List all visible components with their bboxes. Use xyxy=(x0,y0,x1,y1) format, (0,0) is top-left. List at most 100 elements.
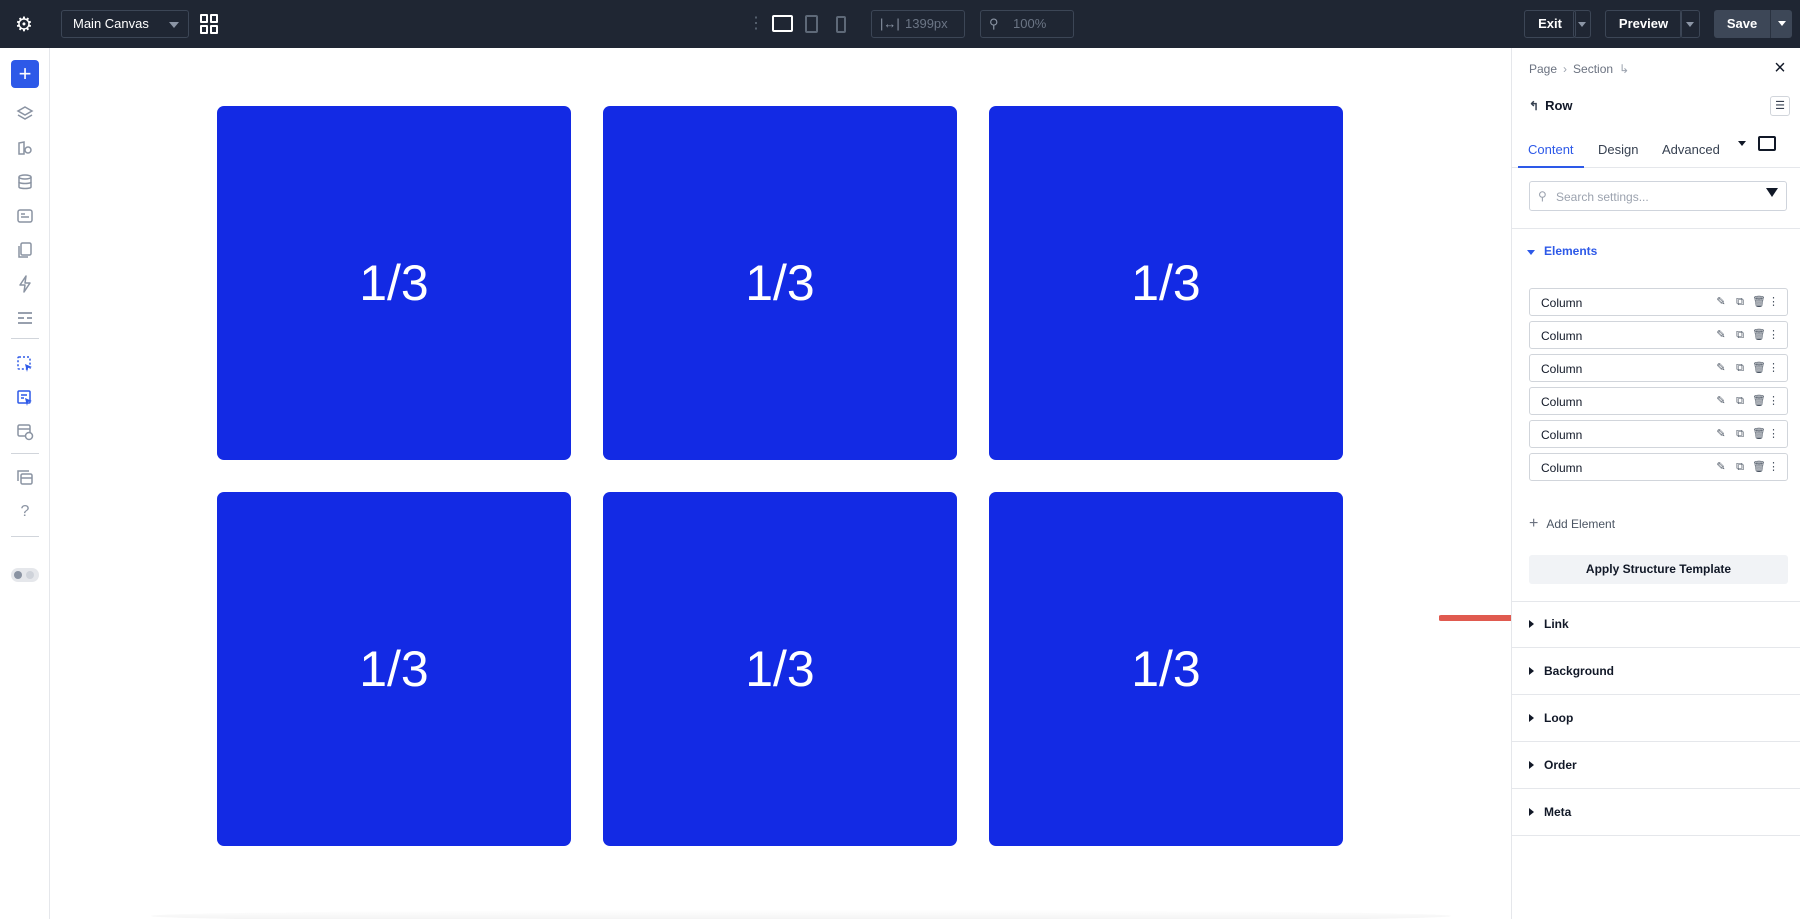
component-group-icon[interactable] xyxy=(13,386,37,410)
edit-pencil-icon[interactable]: ✎ xyxy=(1714,295,1728,309)
duplicate-icon[interactable]: ⧉ xyxy=(1733,427,1747,441)
chevron-down-icon[interactable] xyxy=(1738,141,1746,146)
help-icon[interactable]: ? xyxy=(13,500,37,524)
edit-pencil-icon[interactable]: ✎ xyxy=(1714,394,1728,408)
column-tile[interactable]: 1/3 xyxy=(603,106,957,460)
more-vertical-icon[interactable]: ⋮ xyxy=(1768,328,1779,342)
duplicate-icon[interactable]: ⧉ xyxy=(1733,460,1747,474)
column-tile[interactable]: 1/3 xyxy=(989,106,1343,460)
column-tile[interactable]: 1/3 xyxy=(989,492,1343,846)
edit-pencil-icon[interactable]: ✎ xyxy=(1714,328,1728,342)
back-arrow-icon[interactable]: ↰ xyxy=(1529,99,1539,113)
duplicate-icon[interactable]: ⧉ xyxy=(1733,328,1747,342)
styles-icon[interactable] xyxy=(13,136,37,160)
chevron-down-icon xyxy=(1777,21,1786,26)
database-icon[interactable] xyxy=(13,170,37,194)
section-label: Link xyxy=(1544,617,1569,631)
breadcrumb-section[interactable]: Section xyxy=(1573,62,1613,76)
more-vertical-icon[interactable]: ⋮ xyxy=(1768,295,1779,309)
canvas-select[interactable]: Main Canvas xyxy=(61,10,189,38)
element-row-column[interactable]: Column ✎ ⧉ 🗑 ⋮ xyxy=(1529,354,1788,382)
section-meta[interactable]: Meta xyxy=(1512,790,1800,836)
save-button[interactable]: Save xyxy=(1714,10,1770,38)
section-label: Background xyxy=(1544,664,1615,678)
column-tile[interactable]: 1/3 xyxy=(603,492,957,846)
preview-button[interactable]: Preview xyxy=(1605,10,1682,38)
panel-tabs: Content Design Advanced xyxy=(1512,134,1800,168)
exit-dropdown-button[interactable] xyxy=(1573,10,1591,38)
section-label: Meta xyxy=(1544,805,1572,819)
section-elements[interactable]: Elements xyxy=(1512,229,1800,275)
more-vertical-icon[interactable]: ⋮ xyxy=(1768,394,1779,408)
element-row-column[interactable]: Column ✎ ⧉ 🗑 ⋮ xyxy=(1529,321,1788,349)
edit-pencil-icon[interactable]: ✎ xyxy=(1714,460,1728,474)
section-loop[interactable]: Loop xyxy=(1512,696,1800,742)
element-row-label: Column xyxy=(1541,362,1583,376)
more-vertical-icon[interactable]: ⋮ xyxy=(1768,427,1779,441)
stack-icon[interactable] xyxy=(13,466,37,490)
tab-design[interactable]: Design xyxy=(1598,134,1638,168)
element-row-column[interactable]: Column ✎ ⧉ 🗑 ⋮ xyxy=(1529,420,1788,448)
section-background[interactable]: Background xyxy=(1512,649,1800,695)
filter-icon[interactable] xyxy=(1766,188,1778,197)
duplicate-icon[interactable]: ⧉ xyxy=(1733,361,1747,375)
element-row-column[interactable]: Column ✎ ⧉ 🗑 ⋮ xyxy=(1529,288,1788,316)
more-options-icon[interactable]: ⋮ xyxy=(748,14,764,34)
settings-search-input[interactable]: ⚲ Search settings... xyxy=(1529,181,1787,211)
tab-advanced[interactable]: Advanced xyxy=(1662,134,1720,168)
desktop-view-icon[interactable] xyxy=(772,15,793,32)
column-tile[interactable]: 1/3 xyxy=(217,492,571,846)
chevron-down-icon xyxy=(1686,22,1694,27)
duplicate-icon[interactable]: ⧉ xyxy=(1733,295,1747,309)
grid-view-icon[interactable] xyxy=(200,14,220,34)
responsive-box-icon[interactable] xyxy=(1758,136,1776,151)
element-row-column[interactable]: Column ✎ ⧉ 🗑 ⋮ xyxy=(1529,387,1788,415)
duplicate-icon[interactable]: ⧉ xyxy=(1733,394,1747,408)
trash-icon[interactable]: 🗑 xyxy=(1752,328,1766,342)
add-icon[interactable]: + xyxy=(11,60,39,88)
pages-icon[interactable] xyxy=(13,238,37,262)
chevron-right-icon xyxy=(1529,667,1534,675)
tab-content[interactable]: Content xyxy=(1518,134,1584,168)
rail-divider xyxy=(11,536,39,537)
zoom-input[interactable]: ⚲ 100% xyxy=(980,10,1074,38)
trash-icon[interactable]: 🗑 xyxy=(1752,361,1766,375)
trash-icon[interactable]: 🗑 xyxy=(1752,394,1766,408)
save-dropdown-button[interactable] xyxy=(1770,10,1792,38)
component-icon[interactable] xyxy=(13,352,37,376)
exit-button[interactable]: Exit xyxy=(1524,10,1576,38)
toggle-icon[interactable] xyxy=(11,568,39,582)
phone-view-icon[interactable] xyxy=(836,16,846,33)
section-label: Loop xyxy=(1544,711,1574,725)
element-options-icon[interactable]: ☰ xyxy=(1770,96,1790,116)
template-icon[interactable] xyxy=(13,204,37,228)
more-vertical-icon[interactable]: ⋮ xyxy=(1768,460,1779,474)
settings-gear-icon[interactable]: ⚙ xyxy=(10,12,38,36)
apply-structure-template-button[interactable]: Apply Structure Template xyxy=(1529,555,1788,584)
close-icon[interactable]: × xyxy=(1770,58,1790,78)
section-order[interactable]: Order xyxy=(1512,743,1800,789)
column-tile[interactable]: 1/3 xyxy=(217,106,571,460)
visibility-icon[interactable] xyxy=(13,420,37,444)
section-label: Order xyxy=(1544,758,1577,772)
trash-icon[interactable]: 🗑 xyxy=(1752,460,1766,474)
canvas-width-input[interactable]: |↔| 1399px xyxy=(871,10,965,38)
trash-icon[interactable]: 🗑 xyxy=(1752,295,1766,309)
element-title-label: Row xyxy=(1545,98,1573,113)
edit-pencil-icon[interactable]: ✎ xyxy=(1714,361,1728,375)
edit-pencil-icon[interactable]: ✎ xyxy=(1714,427,1728,441)
element-row-column[interactable]: Column ✎ ⧉ 🗑 ⋮ xyxy=(1529,453,1788,481)
section-link[interactable]: Link xyxy=(1512,602,1800,648)
chevron-down-icon xyxy=(1578,22,1586,27)
preview-dropdown-button[interactable] xyxy=(1680,10,1700,38)
breadcrumb-page[interactable]: Page xyxy=(1529,62,1557,76)
add-element-button[interactable]: + Add Element xyxy=(1529,515,1615,533)
trash-icon[interactable]: 🗑 xyxy=(1752,427,1766,441)
chevron-right-icon xyxy=(1529,761,1534,769)
lightning-icon[interactable] xyxy=(13,272,37,296)
layers-icon[interactable] xyxy=(13,102,37,126)
main-canvas[interactable]: 1/3 1/3 1/3 1/3 1/3 1/3 xyxy=(51,48,1560,919)
more-vertical-icon[interactable]: ⋮ xyxy=(1768,361,1779,375)
sections-icon[interactable] xyxy=(13,306,37,330)
tablet-view-icon[interactable] xyxy=(805,15,818,33)
